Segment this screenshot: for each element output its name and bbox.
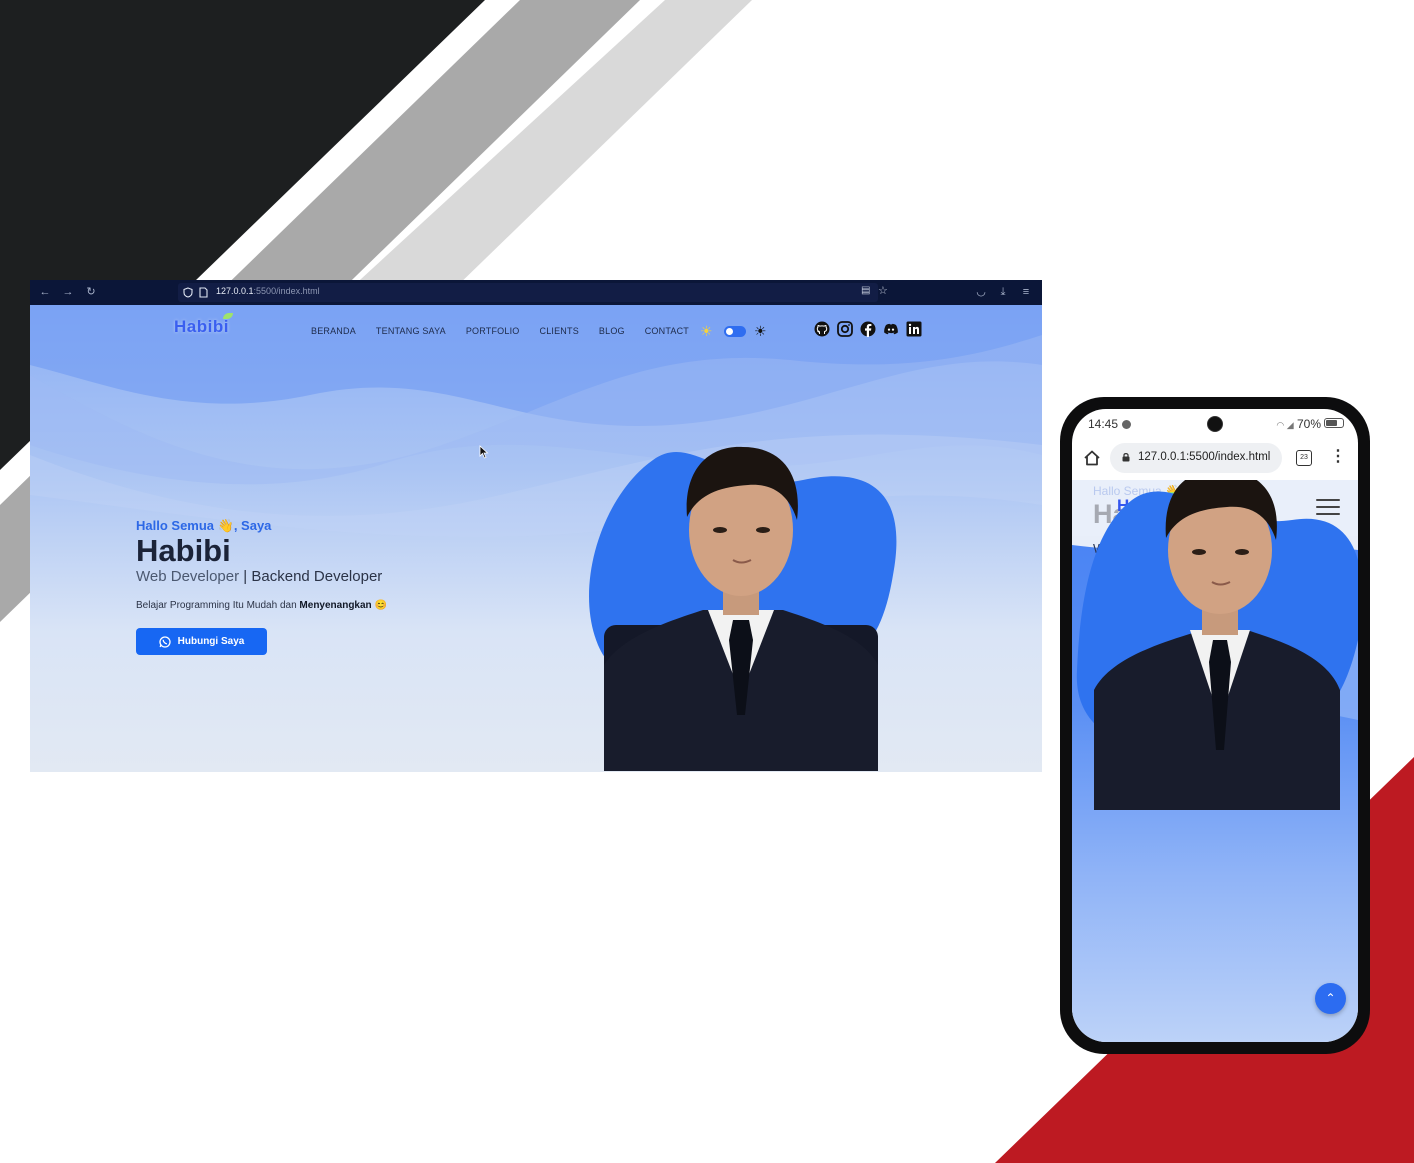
home-icon[interactable]	[1083, 449, 1101, 467]
phone-status-bar: 14:45 ◠ ◢ 70%	[1072, 409, 1358, 437]
phone-mockup: 14:45 ◠ ◢ 70% 127.0.0.1:5500/index.html …	[1060, 397, 1370, 1054]
mouse-cursor-icon	[479, 445, 489, 459]
hamburger-menu-icon[interactable]: ≡	[1019, 285, 1033, 299]
nav-item-beranda[interactable]: BERANDA	[311, 326, 356, 336]
dark-mode-sun-icon: ☀	[754, 323, 767, 339]
bookmark-star-icon[interactable]: ☆	[878, 284, 888, 297]
scroll-to-top-button[interactable]: ⌃	[1315, 983, 1346, 1014]
facebook-icon[interactable]	[860, 321, 876, 337]
main-navigation: BERANDA TENTANG SAYA PORTFOLIO CLIENTS B…	[311, 326, 689, 336]
website-hero: Habibi BERANDA TENTANG SAYA PORTFOLIO CL…	[30, 305, 1042, 772]
reload-icon[interactable]: ↻	[84, 285, 98, 299]
nav-item-clients[interactable]: CLIENTS	[540, 326, 579, 336]
github-icon[interactable]	[814, 321, 830, 337]
wifi-signal-icon: ◠ ◢	[1276, 420, 1294, 430]
social-links	[814, 321, 922, 337]
status-time: 14:45	[1088, 417, 1132, 431]
mobile-address-bar[interactable]: 127.0.0.1:5500/index.html	[1110, 443, 1282, 473]
page-icon	[199, 287, 208, 298]
hero-greeting: Hallo Semua 👋, Saya	[136, 518, 272, 533]
download-icon[interactable]: ⤓	[996, 285, 1010, 299]
status-battery: ◠ ◢ 70%	[1276, 417, 1344, 431]
battery-icon	[1324, 418, 1344, 428]
hero-name: Habibi	[136, 533, 231, 568]
forward-arrow-icon[interactable]: →	[61, 285, 75, 299]
whatsapp-icon	[159, 635, 171, 648]
theme-switch[interactable]	[724, 326, 746, 337]
tab-switcher-icon[interactable]: 23	[1296, 450, 1312, 466]
address-bar[interactable]: 127.0.0.1:5500/index.html ▤ ☆	[178, 283, 888, 302]
contact-me-button[interactable]: Hubungi Saya	[136, 628, 267, 655]
light-mode-sun-icon: ☀	[700, 323, 713, 339]
pocket-icon[interactable]: ◡	[974, 285, 988, 299]
hero-role: Web Developer | Backend Developer	[136, 568, 383, 585]
instagram-icon[interactable]	[837, 321, 853, 337]
nav-item-tentang-saya[interactable]: TENTANG SAYA	[376, 326, 446, 336]
shield-icon	[183, 287, 193, 298]
mobile-website: Hallo Semua 👋, Saya Habibi Habibi Web De…	[1072, 480, 1358, 1042]
back-arrow-icon[interactable]: ←	[38, 285, 52, 299]
url-text: 127.0.0.1:5500/index.html	[216, 286, 320, 296]
reader-view-icon[interactable]: ▤	[861, 285, 870, 296]
phone-screen: 14:45 ◠ ◢ 70% 127.0.0.1:5500/index.html …	[1072, 409, 1358, 1042]
profile-photo	[589, 446, 897, 771]
nav-item-blog[interactable]: BLOG	[599, 326, 625, 336]
hero-description: Belajar Programming Itu Mudah dan Menyen…	[136, 600, 387, 611]
linkedin-icon[interactable]	[906, 321, 922, 337]
browser-toolbar: ← → ↻ 127.0.0.1:5500/index.html ▤ ☆ ◡ ⤓ …	[30, 280, 1042, 305]
discord-icon[interactable]	[883, 321, 899, 337]
nav-item-portfolio[interactable]: PORTFOLIO	[466, 326, 520, 336]
site-logo[interactable]: Habibi	[174, 313, 233, 337]
mobile-profile-photo	[1076, 480, 1358, 810]
front-camera	[1207, 416, 1223, 432]
more-options-icon[interactable]: ⋮	[1330, 447, 1346, 467]
mobile-browser-toolbar: 127.0.0.1:5500/index.html 23 ⋮	[1072, 441, 1358, 477]
theme-toggle[interactable]: ☀ ☀	[700, 322, 772, 340]
nav-item-contact[interactable]: CONTACT	[645, 326, 689, 336]
lock-icon	[1122, 453, 1130, 462]
desktop-browser-window: ← → ↻ 127.0.0.1:5500/index.html ▤ ☆ ◡ ⤓ …	[30, 280, 1042, 772]
